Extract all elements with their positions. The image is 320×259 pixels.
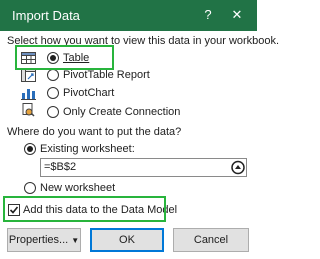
connection-radio[interactable] — [47, 106, 59, 118]
data-model-highlight-box — [3, 196, 166, 222]
new-worksheet-label[interactable]: New worksheet — [40, 182, 115, 194]
table-highlight-box — [15, 45, 114, 70]
pivottable-radio[interactable] — [47, 69, 59, 81]
range-input[interactable]: =$B$2 — [40, 158, 247, 177]
pivottable-option-label[interactable]: PivotTable Report — [63, 69, 150, 81]
range-value: =$B$2 — [44, 161, 77, 173]
ok-button[interactable]: OK — [90, 228, 164, 252]
collapse-range-icon[interactable] — [230, 159, 246, 176]
pivotchart-option-label[interactable]: PivotChart — [63, 87, 114, 99]
connection-option-label[interactable]: Only Create Connection — [63, 106, 180, 118]
properties-label: Properties... — [8, 234, 69, 246]
properties-button[interactable]: Properties... ▼ — [7, 228, 81, 252]
dialog-title: Import Data — [12, 8, 80, 23]
existing-worksheet-radio[interactable] — [24, 143, 36, 155]
new-worksheet-radio[interactable] — [24, 182, 36, 194]
pivotchart-radio[interactable] — [47, 87, 59, 99]
existing-worksheet-label[interactable]: Existing worksheet: — [40, 143, 135, 155]
help-button[interactable]: ? — [197, 5, 219, 25]
location-prompt: Where do you want to put the data? — [7, 126, 182, 138]
pivotchart-icon — [21, 86, 36, 103]
title-bar: Import Data ? ✕ — [0, 0, 257, 31]
pivottable-icon — [21, 68, 36, 85]
connection-icon — [22, 103, 36, 121]
cancel-button[interactable]: Cancel — [173, 228, 249, 252]
close-button[interactable]: ✕ — [226, 5, 248, 25]
chevron-down-icon: ▼ — [71, 236, 80, 245]
